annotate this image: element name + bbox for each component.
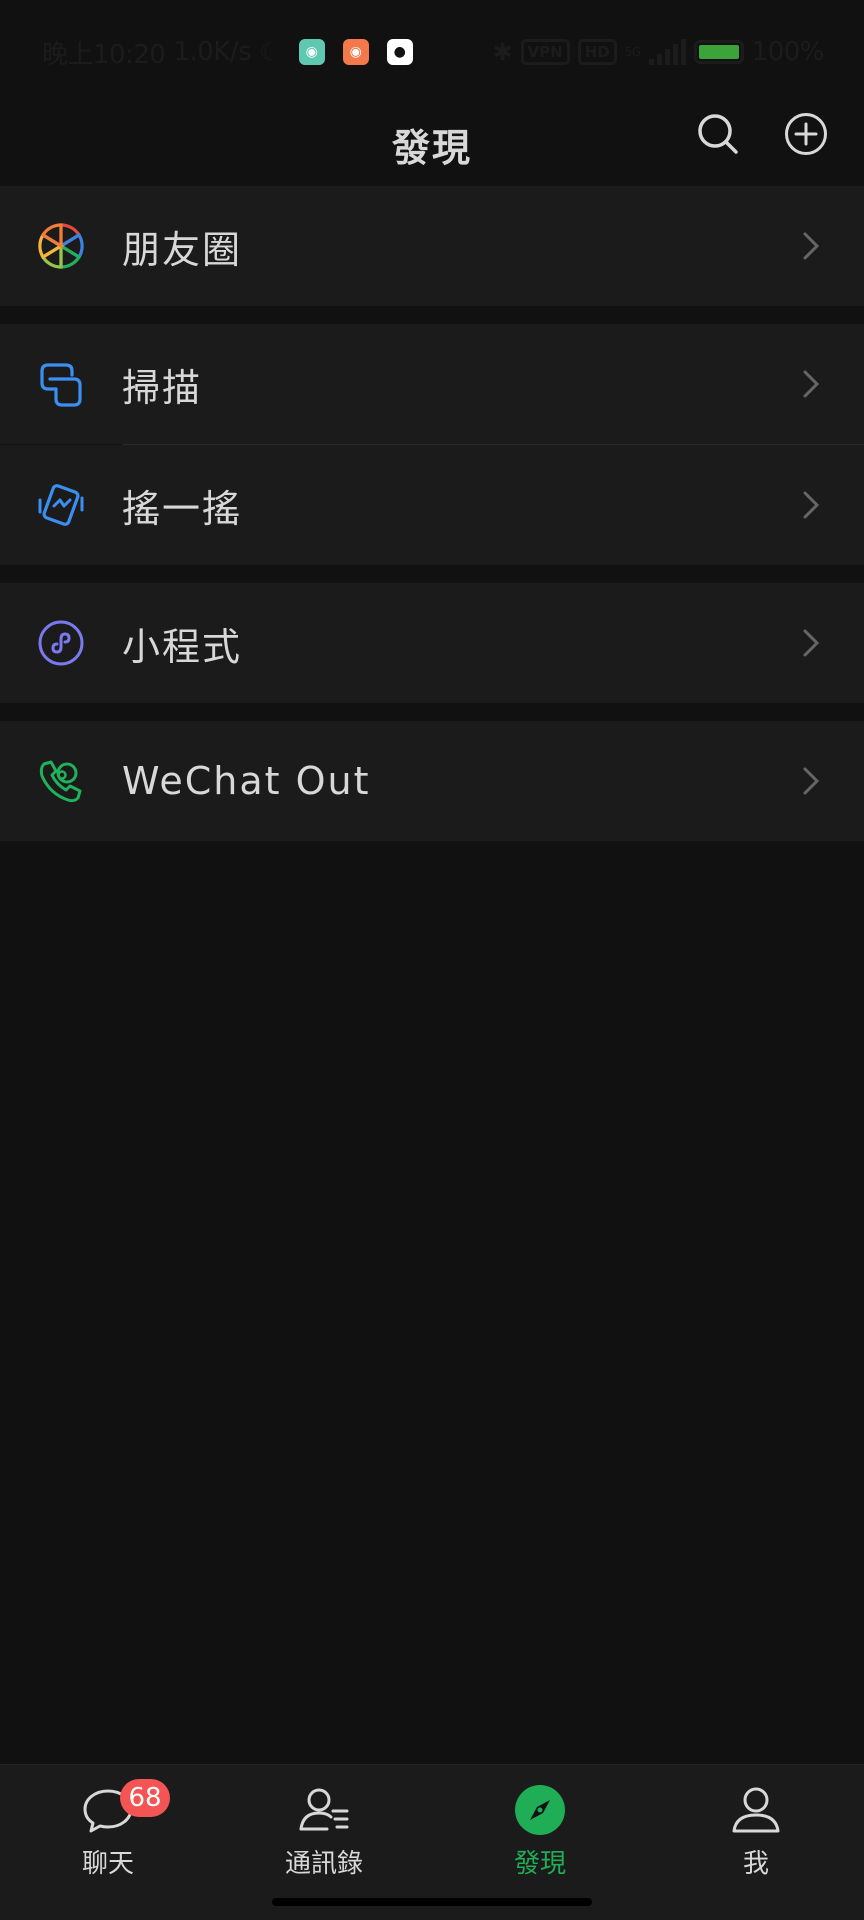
qq-icon: ● (386, 39, 413, 65)
tab-contacts[interactable]: 通訊錄 (216, 1765, 432, 1920)
battery-icon (693, 40, 744, 64)
signal-icon (648, 39, 686, 65)
app-notification-icon: ◉ (298, 39, 325, 65)
list-item-shake[interactable]: 搖一搖 (0, 445, 864, 565)
header: 發現 (0, 104, 864, 184)
wechat-out-label: WeChat Out (122, 759, 371, 803)
status-right: ✱ VPN HD 5G 100% (492, 37, 824, 67)
list-item-moments[interactable]: 朋友圈 (0, 186, 864, 306)
app-notification-icon: ◉ (342, 39, 369, 65)
chevron-right-icon (796, 226, 826, 266)
mini-programs-icon (36, 618, 86, 668)
network-speed: 1.0K/s (173, 37, 252, 67)
section-gap (0, 565, 864, 583)
unread-badge: 68 (120, 1779, 170, 1817)
list-item-scan[interactable]: 掃描 (0, 324, 864, 444)
tab-me-label: 我 (742, 1849, 769, 1879)
bottom-tab-bar: 聊天 68 通訊錄 發現 我 (0, 1764, 864, 1920)
status-left: 晚上10:20 1.0K/s ☾ ◉ ◉ ● (42, 34, 413, 71)
status-bar: 晚上10:20 1.0K/s ☾ ◉ ◉ ● ✱ VPN HD 5G 100% (0, 0, 864, 104)
tab-chats-label: 聊天 (81, 1849, 134, 1879)
shake-icon (36, 480, 86, 530)
moments-label: 朋友圈 (122, 227, 243, 272)
moments-icon (36, 221, 86, 271)
search-button[interactable] (696, 112, 740, 156)
section-gap (0, 703, 864, 721)
scan-icon (36, 359, 86, 409)
tab-discover[interactable]: 發現 (432, 1765, 648, 1920)
tab-contacts-label: 通訊錄 (284, 1849, 363, 1879)
phone-icon (36, 756, 86, 806)
tab-discover-label: 發現 (513, 1849, 566, 1879)
section-gap (0, 306, 864, 324)
contacts-icon (297, 1783, 351, 1837)
shake-label: 搖一搖 (122, 486, 243, 531)
moon-icon: ☾ (259, 38, 281, 66)
mini-programs-label: 小程式 (122, 624, 243, 669)
chevron-right-icon (796, 485, 826, 525)
plus-circle-icon (785, 113, 827, 155)
person-icon (729, 1783, 783, 1837)
compass-icon (513, 1783, 567, 1837)
network-type: 5G (624, 45, 641, 59)
home-indicator[interactable] (272, 1898, 592, 1906)
chevron-right-icon (796, 623, 826, 663)
search-icon (698, 114, 738, 154)
battery-percent: 100% (751, 37, 825, 67)
tab-chats[interactable]: 聊天 68 (0, 1765, 216, 1920)
vpn-indicator: VPN (520, 39, 570, 65)
add-button[interactable] (784, 112, 828, 156)
bluetooth-icon: ✱ (492, 38, 513, 66)
list-item-wechat-out[interactable]: WeChat Out (0, 721, 864, 841)
tab-me[interactable]: 我 (648, 1765, 864, 1920)
status-time: 晚上10:20 (42, 39, 166, 70)
scan-label: 掃描 (122, 365, 203, 410)
chevron-right-icon (796, 364, 826, 404)
list-item-mini-programs[interactable]: 小程式 (0, 583, 864, 703)
page-title: 發現 (391, 125, 472, 170)
header-actions (696, 112, 828, 156)
discover-list: 朋友圈 掃描 搖一搖 小程式 WeChat Out (0, 186, 864, 841)
hd-indicator: HD (577, 39, 617, 65)
chevron-right-icon (796, 761, 826, 801)
